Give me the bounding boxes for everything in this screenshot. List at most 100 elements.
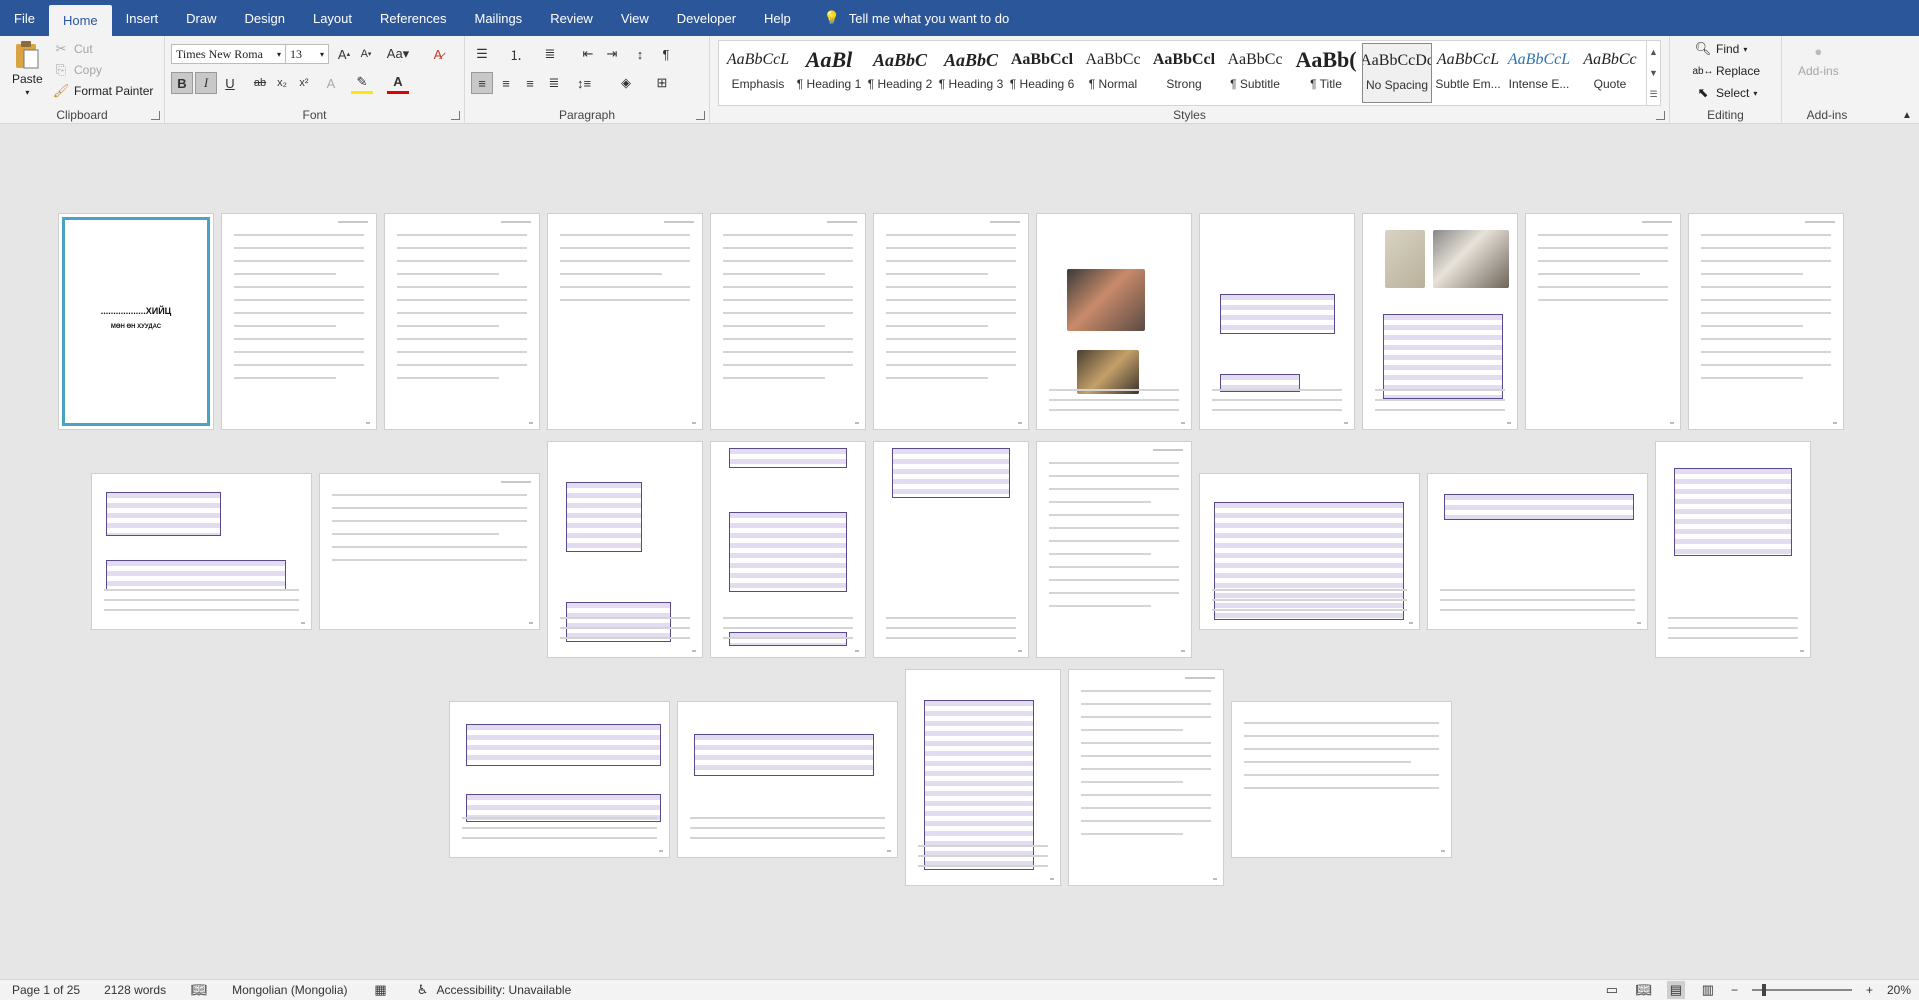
line-spacing-icon[interactable]: ↕≡	[573, 72, 595, 94]
document-page[interactable]	[1362, 213, 1518, 430]
document-page[interactable]	[1231, 701, 1452, 858]
tab-insert[interactable]: Insert	[112, 0, 173, 36]
style-heading-2[interactable]: AaBbC ¶ Heading 2	[865, 43, 935, 103]
cut-button[interactable]: ✂ Cut	[52, 40, 93, 58]
document-page[interactable]	[1036, 441, 1192, 658]
accessibility-status[interactable]: ♿︎ Accessibility: Unavailable	[402, 981, 584, 999]
font-launcher-icon[interactable]	[451, 111, 460, 120]
pilcrow-icon[interactable]: ¶	[655, 43, 677, 65]
document-canvas[interactable]: ..................ХИЙЦ МӨН ӨН ХУУДАС	[0, 124, 1919, 979]
copy-button[interactable]: ⎘ Copy	[52, 61, 102, 79]
select-button[interactable]: ⬉ Select ▾	[1694, 84, 1758, 102]
document-page[interactable]	[547, 213, 703, 430]
page-count[interactable]: Page 1 of 25	[0, 983, 92, 997]
print-layout-icon[interactable]: ▤	[1666, 981, 1685, 999]
paragraph-launcher-icon[interactable]	[696, 111, 705, 120]
clear-formatting-icon[interactable]: A̷	[427, 43, 449, 65]
tab-design[interactable]: Design	[231, 0, 299, 36]
document-page[interactable]	[449, 701, 670, 858]
document-page[interactable]	[1199, 473, 1420, 630]
tell-me-box[interactable]: 💡 Tell me what you want to do	[805, 0, 1010, 36]
bullets-icon[interactable]: ☰	[471, 43, 493, 65]
document-page[interactable]	[710, 441, 866, 658]
tab-draw[interactable]: Draw	[172, 0, 230, 36]
document-page[interactable]	[384, 213, 540, 430]
find-button[interactable]: 🔍︎ Find ▾	[1694, 40, 1748, 58]
sort-icon[interactable]: ↕	[629, 43, 651, 65]
document-page[interactable]	[710, 213, 866, 430]
style-no-spacing[interactable]: AaBbCcDc No Spacing	[1362, 43, 1432, 103]
style-heading-6[interactable]: AaBbCcl ¶ Heading 6	[1007, 43, 1077, 103]
font-size-select[interactable]: 13 ▾	[285, 44, 329, 64]
document-page[interactable]	[873, 441, 1029, 658]
justify-icon[interactable]: ≣	[543, 72, 565, 94]
clipboard-launcher-icon[interactable]	[151, 111, 160, 120]
numbering-icon[interactable]: ⒈	[505, 43, 527, 65]
highlight-color-icon[interactable]: ✎	[351, 72, 373, 94]
collapse-ribbon-icon[interactable]: ▲	[1896, 104, 1918, 126]
document-page[interactable]	[221, 213, 377, 430]
zoom-level[interactable]: 20%	[1887, 983, 1911, 997]
font-family-select[interactable]: Times New Roma ▾	[171, 44, 286, 64]
style-title[interactable]: AaBb(¶ Title	[1291, 43, 1361, 103]
focus-mode-icon[interactable]: ▭	[1603, 981, 1621, 999]
zoom-out-icon[interactable]: −	[1731, 983, 1738, 997]
tab-help[interactable]: Help	[750, 0, 805, 36]
grow-font-icon[interactable]: A ▴	[333, 43, 355, 65]
style-intense-e[interactable]: AaBbCcL Intense E...	[1504, 43, 1574, 103]
tab-home[interactable]: Home	[48, 5, 112, 36]
document-page[interactable]	[319, 473, 540, 630]
document-page[interactable]	[1525, 213, 1681, 430]
document-page[interactable]	[547, 441, 703, 658]
proofing-status[interactable]: 📖︎	[178, 981, 220, 999]
tab-file[interactable]: File	[0, 0, 49, 36]
more-styles-icon[interactable]: ☰	[1649, 89, 1657, 100]
read-mode-icon[interactable]: 📖︎	[1635, 981, 1653, 999]
language-status[interactable]: Mongolian (Mongolia)	[220, 983, 359, 997]
scroll-up-icon[interactable]: ▲	[1649, 47, 1658, 57]
subscript-button[interactable]: x₂	[271, 72, 293, 94]
text-effects-icon[interactable]: A	[320, 72, 342, 94]
style-emphasis[interactable]: AaBbCcL Emphasis	[723, 43, 793, 103]
replace-button[interactable]: ab↔ Replace	[1692, 62, 1760, 80]
styles-scroll[interactable]: ▲ ▼ ☰	[1646, 41, 1660, 105]
bold-button[interactable]: B	[171, 72, 193, 94]
document-page[interactable]	[677, 701, 898, 858]
scroll-down-icon[interactable]: ▼	[1649, 68, 1658, 78]
document-page[interactable]	[873, 213, 1029, 430]
document-page[interactable]	[91, 473, 312, 630]
underline-button[interactable]: U	[219, 72, 241, 94]
style-subtle-em[interactable]: AaBbCcL Subtle Em...	[1433, 43, 1503, 103]
document-page[interactable]	[1427, 473, 1648, 630]
document-page[interactable]	[905, 669, 1061, 886]
shading-icon[interactable]: ◈	[615, 72, 637, 94]
decrease-indent-icon[interactable]: ⇤	[577, 43, 599, 65]
macro-status[interactable]: ▦	[360, 981, 402, 999]
document-page[interactable]	[1036, 213, 1192, 430]
word-count[interactable]: 2128 words	[92, 983, 178, 997]
multilevel-list-icon[interactable]: ≣	[539, 43, 561, 65]
zoom-slider[interactable]	[1751, 984, 1852, 996]
tab-mailings[interactable]: Mailings	[461, 0, 537, 36]
zoom-slider-thumb[interactable]	[1761, 984, 1766, 996]
italic-button[interactable]: I	[195, 72, 217, 94]
document-page[interactable]	[1199, 213, 1355, 430]
tab-view[interactable]: View	[607, 0, 663, 36]
document-page[interactable]	[1655, 441, 1811, 658]
align-center-icon[interactable]: ≡	[495, 72, 517, 94]
change-case-icon[interactable]: Aa▾	[383, 43, 413, 65]
style-quote[interactable]: AaBbCc Quote	[1575, 43, 1645, 103]
style-heading-3[interactable]: AaBbC ¶ Heading 3	[936, 43, 1006, 103]
addins-button[interactable]: ● Add-ins	[1798, 42, 1839, 79]
shrink-font-icon[interactable]: A ▾	[355, 43, 377, 65]
borders-icon[interactable]: ⊞	[651, 72, 673, 94]
style-subtitle[interactable]: AaBbCc ¶ Subtitle	[1220, 43, 1290, 103]
align-left-icon[interactable]: ≡	[471, 72, 493, 94]
font-color-icon[interactable]: A	[387, 72, 409, 94]
superscript-button[interactable]: x²	[293, 72, 315, 94]
style-normal[interactable]: AaBbCc ¶ Normal	[1078, 43, 1148, 103]
document-page[interactable]	[1688, 213, 1844, 430]
align-right-icon[interactable]: ≡	[519, 72, 541, 94]
tab-references[interactable]: References	[366, 0, 460, 36]
strikethrough-button[interactable]: ab	[249, 72, 271, 94]
